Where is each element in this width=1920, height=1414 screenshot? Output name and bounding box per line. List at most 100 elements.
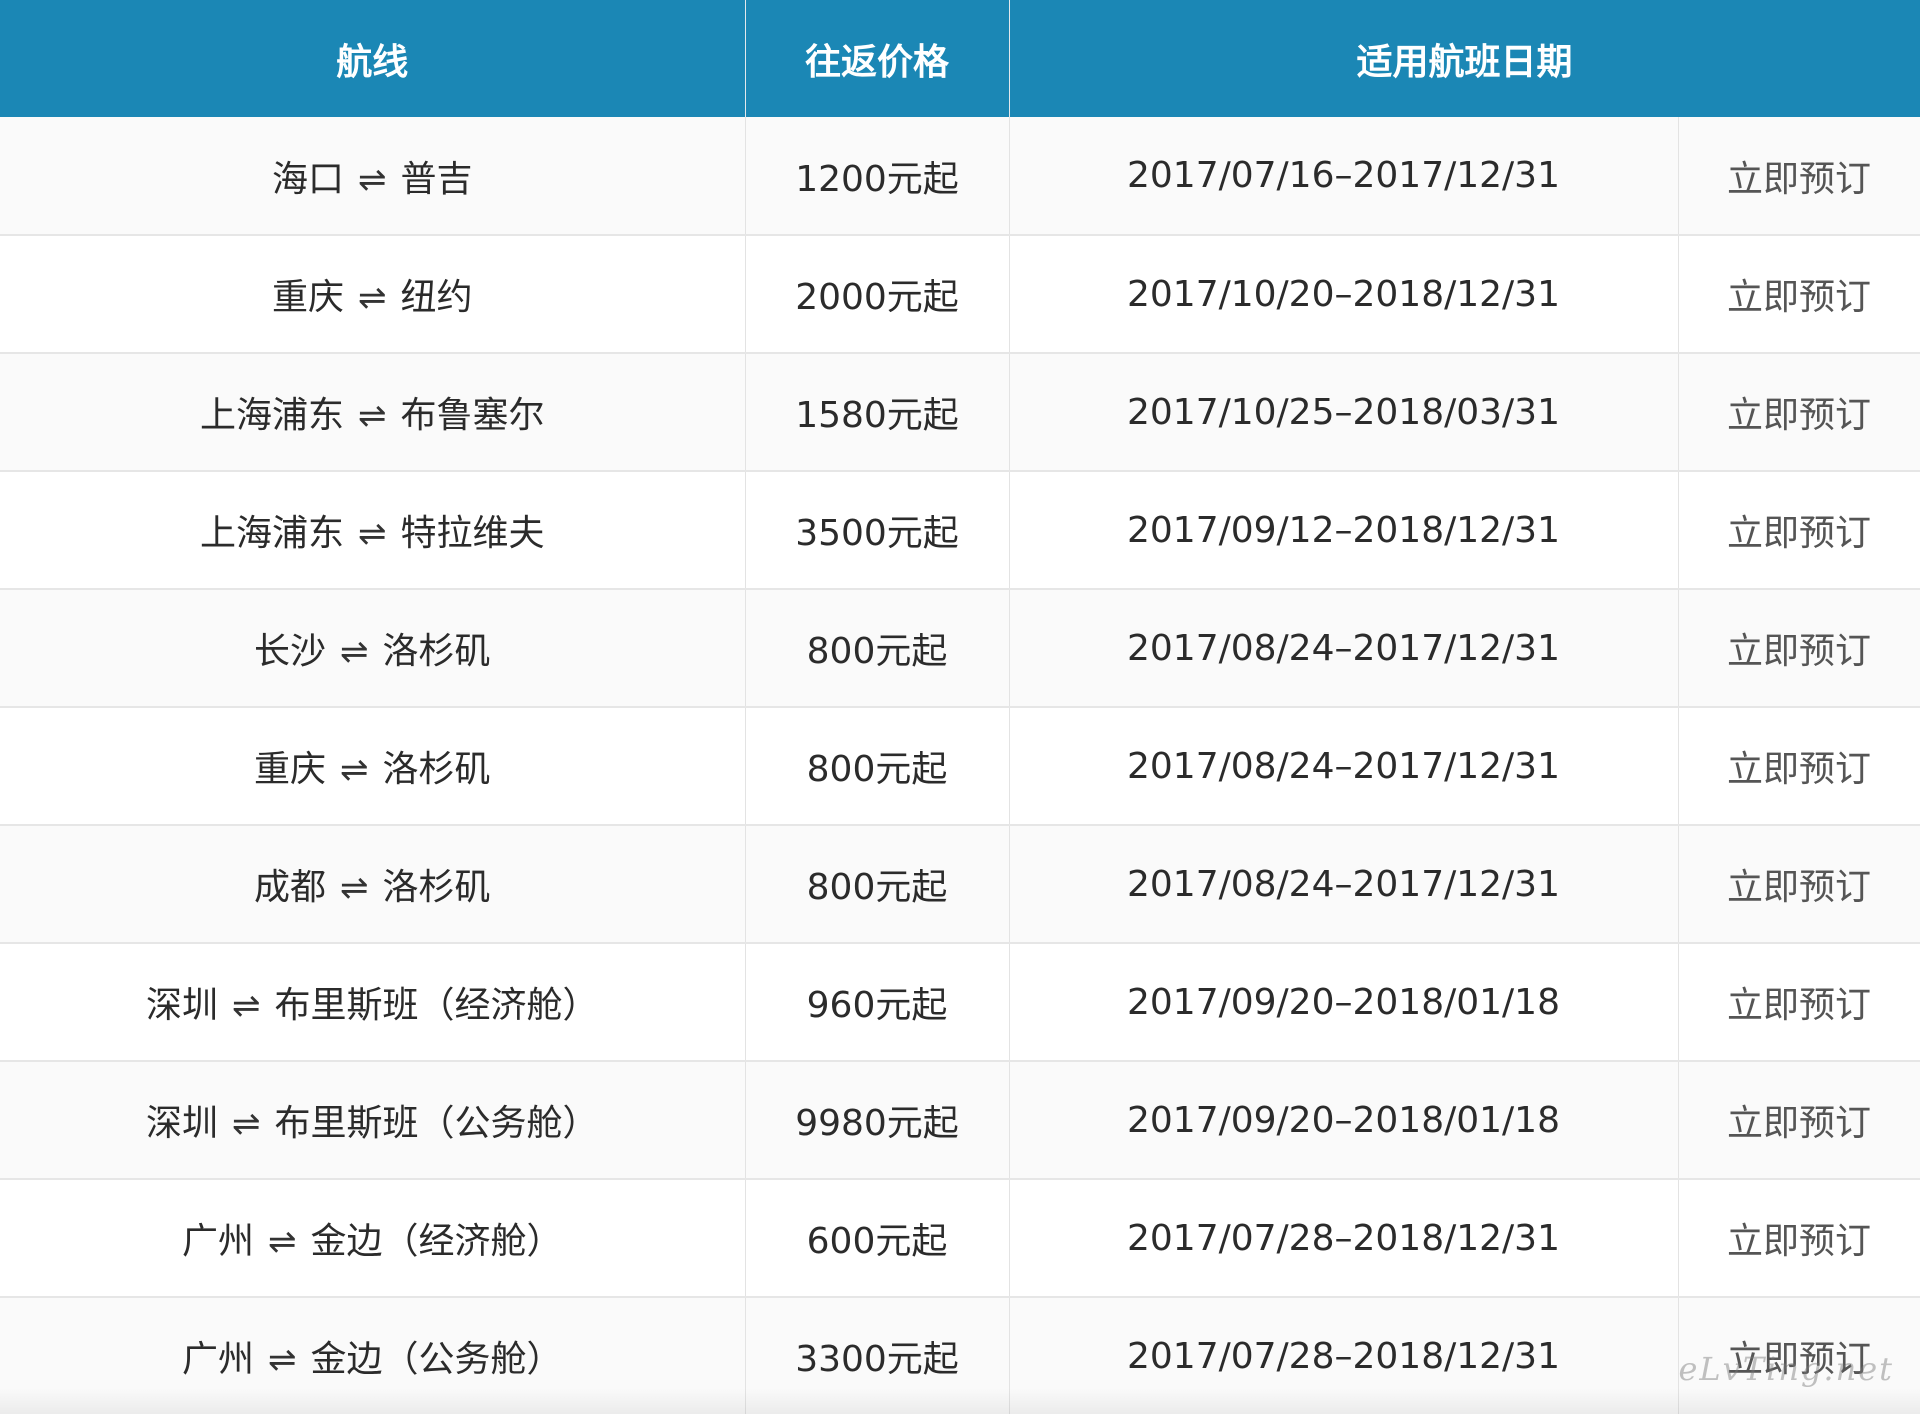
book-now-link[interactable]: 立即预订	[1727, 1339, 1871, 1380]
route-cell: 重庆 ⇌ 洛杉矶	[0, 707, 746, 826]
dates-cell: 2017/08/24–2017/12/31	[1009, 707, 1679, 826]
route-origin: 重庆	[253, 749, 326, 790]
book-now-link[interactable]: 立即预订	[1727, 631, 1871, 672]
flight-deals-table-container: 航线 往返价格 适用航班日期 海口 ⇌ 普吉 1200元起 2017/07/16–201…	[0, 0, 1920, 1414]
route-destination: 布里斯班（经济舱）	[274, 985, 599, 1026]
table-row: 重庆 ⇌ 纽约 2000元起 2017/10/20–2018/12/31 立即预订	[0, 235, 1920, 354]
dates-cell: 2017/08/24–2017/12/31	[1009, 589, 1679, 708]
book-now-link[interactable]: 立即预订	[1727, 277, 1871, 318]
round-trip-arrows-icon: ⇌	[232, 1104, 261, 1144]
table-row: 深圳 ⇌ 布里斯班（公务舱） 9980元起 2017/09/20–2018/01/18 立…	[0, 1061, 1920, 1180]
table-row: 广州 ⇌ 金边（公务舱） 3300元起 2017/07/28–2018/12/31 立即预…	[0, 1297, 1920, 1414]
route-destination: 洛杉矶	[382, 631, 491, 672]
route-origin: 成都	[253, 867, 326, 908]
table-row: 海口 ⇌ 普吉 1200元起 2017/07/16–2017/12/31 立即预订	[0, 117, 1920, 236]
route-origin: 海口	[271, 158, 344, 200]
table-row: 广州 ⇌ 金边（经济舱） 600元起 2017/07/28–2018/12/31 立即预订	[0, 1179, 1920, 1298]
price-cell: 800元起	[745, 707, 1010, 826]
route-cell: 深圳 ⇌ 布里斯班（经济舱）	[0, 943, 746, 1062]
dates-cell: 2017/07/28–2018/12/31	[1009, 1297, 1679, 1414]
book-now-link[interactable]: 立即预订	[1727, 1221, 1871, 1262]
route-destination: 布里斯班（公务舱）	[274, 1103, 599, 1144]
route-destination: 布鲁塞尔	[400, 395, 545, 436]
dates-cell: 2017/09/12–2018/12/31	[1009, 471, 1679, 590]
round-trip-arrows-icon: ⇌	[340, 750, 369, 790]
header-route: 航线	[0, 0, 746, 117]
route-origin: 深圳	[145, 1103, 218, 1144]
dates-cell: 2017/08/24–2017/12/31	[1009, 825, 1679, 944]
header-row: 航线 往返价格 适用航班日期	[0, 0, 1920, 117]
dates-cell: 2017/09/20–2018/01/18	[1009, 1061, 1679, 1180]
book-now-link[interactable]: 立即预订	[1727, 159, 1871, 200]
route-origin: 深圳	[145, 985, 218, 1026]
book-now-link[interactable]: 立即预订	[1727, 1103, 1871, 1144]
round-trip-arrows-icon: ⇌	[358, 396, 387, 436]
route-cell: 深圳 ⇌ 布里斯班（公务舱）	[0, 1061, 746, 1180]
route-origin: 上海浦东	[199, 395, 344, 436]
price-cell: 2000元起	[745, 235, 1010, 354]
route-cell: 上海浦东 ⇌ 特拉维夫	[0, 471, 746, 590]
header-dates: 适用航班日期	[1009, 0, 1920, 117]
book-cell: 立即预订	[1678, 235, 1920, 354]
book-cell: 立即预订	[1678, 117, 1920, 236]
dates-cell: 2017/10/20–2018/12/31	[1009, 235, 1679, 354]
table-row: 上海浦东 ⇌ 布鲁塞尔 1580元起 2017/10/25–2018/03/31 立即预订	[0, 353, 1920, 472]
book-cell: 立即预订	[1678, 353, 1920, 472]
price-cell: 960元起	[745, 943, 1010, 1062]
dates-cell: 2017/07/28–2018/12/31	[1009, 1179, 1679, 1298]
book-cell: 立即预订	[1678, 825, 1920, 944]
book-now-link[interactable]: 立即预订	[1727, 985, 1871, 1026]
round-trip-arrows-icon: ⇌	[232, 986, 261, 1026]
route-cell: 广州 ⇌ 金边（公务舱）	[0, 1297, 746, 1414]
book-now-link[interactable]: 立即预订	[1727, 395, 1871, 436]
route-origin: 上海浦东	[199, 513, 344, 554]
header-price: 往返价格	[745, 0, 1010, 117]
route-destination: 普吉	[400, 158, 473, 200]
route-origin: 广州	[181, 1221, 254, 1262]
table-row: 上海浦东 ⇌ 特拉维夫 3500元起 2017/09/12–2018/12/31 立即预订	[0, 471, 1920, 590]
route-cell: 成都 ⇌ 洛杉矶	[0, 825, 746, 944]
route-cell: 长沙 ⇌ 洛杉矶	[0, 589, 746, 708]
book-now-link[interactable]: 立即预订	[1727, 749, 1871, 790]
dates-cell: 2017/10/25–2018/03/31	[1009, 353, 1679, 472]
route-destination: 金边（经济舱）	[310, 1221, 563, 1262]
route-cell: 广州 ⇌ 金边（经济舱）	[0, 1179, 746, 1298]
book-cell: 立即预订	[1678, 1297, 1920, 1414]
book-cell: 立即预订	[1678, 707, 1920, 826]
round-trip-arrows-icon: ⇌	[358, 278, 387, 318]
route-cell: 海口 ⇌ 普吉	[0, 117, 746, 236]
route-origin: 广州	[181, 1339, 254, 1380]
book-now-link[interactable]: 立即预订	[1727, 867, 1871, 908]
route-cell: 上海浦东 ⇌ 布鲁塞尔	[0, 353, 746, 472]
price-cell: 3300元起	[745, 1297, 1010, 1414]
book-cell: 立即预订	[1678, 471, 1920, 590]
round-trip-arrows-icon: ⇌	[358, 159, 387, 200]
table-body: 海口 ⇌ 普吉 1200元起 2017/07/16–2017/12/31 立即预订 重庆 ⇌ 纽…	[0, 117, 1920, 1414]
book-now-link[interactable]: 立即预订	[1727, 513, 1871, 554]
table-row: 长沙 ⇌ 洛杉矶 800元起 2017/08/24–2017/12/31 立即预订	[0, 589, 1920, 708]
route-origin: 重庆	[271, 277, 344, 318]
route-destination: 洛杉矶	[382, 867, 491, 908]
price-cell: 3500元起	[745, 471, 1010, 590]
round-trip-arrows-icon: ⇌	[358, 514, 387, 554]
table-header: 航线 往返价格 适用航班日期	[0, 0, 1920, 117]
book-cell: 立即预订	[1678, 1061, 1920, 1180]
price-cell: 1200元起	[745, 117, 1010, 236]
route-destination: 纽约	[400, 277, 473, 318]
flight-deals-table: 航线 往返价格 适用航班日期 海口 ⇌ 普吉 1200元起 2017/07/16–201…	[0, 0, 1920, 1414]
book-cell: 立即预订	[1678, 1179, 1920, 1298]
book-cell: 立即预订	[1678, 943, 1920, 1062]
round-trip-arrows-icon: ⇌	[340, 632, 369, 672]
round-trip-arrows-icon: ⇌	[340, 868, 369, 908]
price-cell: 9980元起	[745, 1061, 1010, 1180]
route-destination: 金边（公务舱）	[310, 1339, 563, 1380]
route-destination: 洛杉矶	[382, 749, 491, 790]
table-row: 重庆 ⇌ 洛杉矶 800元起 2017/08/24–2017/12/31 立即预订	[0, 707, 1920, 826]
route-cell: 重庆 ⇌ 纽约	[0, 235, 746, 354]
route-origin: 长沙	[253, 631, 326, 672]
table-row: 深圳 ⇌ 布里斯班（经济舱） 960元起 2017/09/20–2018/01/18 立即…	[0, 943, 1920, 1062]
price-cell: 800元起	[745, 589, 1010, 708]
dates-cell: 2017/07/16–2017/12/31	[1009, 117, 1679, 236]
dates-cell: 2017/09/20–2018/01/18	[1009, 943, 1679, 1062]
book-cell: 立即预订	[1678, 589, 1920, 708]
